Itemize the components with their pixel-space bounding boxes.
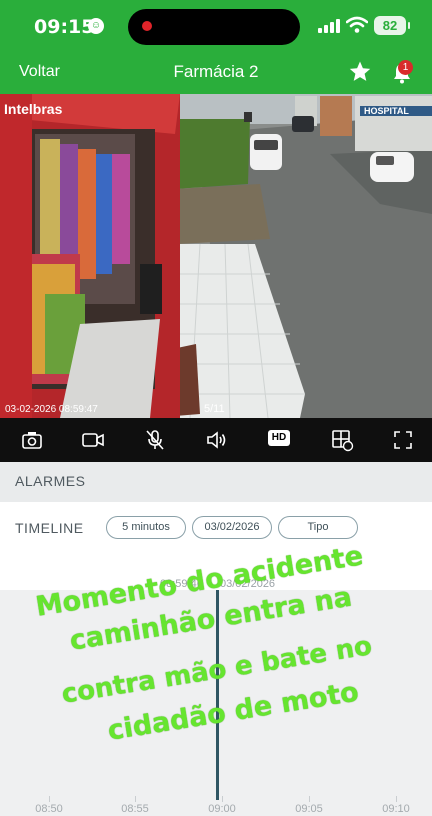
date-select[interactable]: 03/02/2026 — [192, 516, 272, 539]
timeline-tick — [396, 796, 397, 802]
dynamic-island — [128, 9, 300, 45]
status-time: 09:15 — [34, 16, 95, 38]
favorite-star-icon[interactable] — [348, 60, 372, 84]
camera-scene: HOSPITAL — [0, 94, 432, 418]
app-screen: 09:15 ☺ 82 Voltar Farmácia 2 1 HOSPITAL … — [0, 0, 432, 816]
camera-timestamp: 03-02-2026 08:59:47 — [5, 404, 98, 415]
timeline-tick-label: 09:00 — [208, 803, 236, 815]
type-filter[interactable]: Tipo — [278, 516, 358, 539]
player-toolbar — [0, 418, 432, 462]
camera-feed[interactable]: HOSPITAL Intelbras 03-02-2026 08:59:47 5… — [0, 94, 432, 418]
top-bar: 09:15 ☺ 82 Voltar Farmácia 2 1 — [0, 0, 432, 94]
recording-indicator-icon — [142, 21, 152, 31]
video-icon[interactable] — [81, 428, 105, 452]
timeline-header: TIMELINE 5 minutos 03/02/2026 Tipo 08:59… — [0, 502, 432, 590]
timeline-tick — [309, 796, 310, 802]
timeline-playhead[interactable] — [216, 590, 219, 800]
notification-badge: 1 — [398, 60, 413, 75]
interval-select[interactable]: 5 minutos — [106, 516, 186, 539]
focus-icon: ☺ — [88, 18, 104, 34]
camera-icon[interactable] — [20, 428, 44, 452]
camera-brand-watermark: Intelbras — [4, 101, 63, 117]
timeline-label: TIMELINE — [15, 520, 84, 536]
tabs-bar: ALARMES — [0, 462, 432, 502]
timeline-tick — [49, 796, 50, 802]
timeline-tick — [222, 796, 223, 802]
timeline-tick-label: 09:05 — [295, 803, 323, 815]
tab-alarms[interactable]: ALARMES — [15, 473, 85, 489]
timeline-tick-label: 08:55 — [121, 803, 149, 815]
grid-icon[interactable] — [330, 428, 354, 452]
timeline-current-time: 08:59:46 — [160, 578, 203, 590]
hd-icon[interactable]: HD — [268, 430, 290, 446]
timeline-current-date: 03/02/2026 — [220, 578, 276, 590]
status-bar: 09:15 ☺ 82 — [0, 0, 432, 54]
cellular-signal-icon — [318, 19, 340, 33]
timeline-tick-label: 08:50 — [35, 803, 63, 815]
fullscreen-icon[interactable] — [391, 428, 415, 452]
timeline-tick — [135, 796, 136, 802]
camera-index: 5/11 — [204, 403, 225, 415]
hospital-sign: HOSPITAL — [364, 106, 409, 116]
speaker-icon[interactable] — [205, 428, 229, 452]
wifi-icon — [346, 16, 368, 33]
timeline-tick-label: 09:10 — [382, 803, 410, 815]
battery-indicator: 82 — [374, 16, 410, 35]
mic-muted-icon[interactable] — [143, 428, 167, 452]
